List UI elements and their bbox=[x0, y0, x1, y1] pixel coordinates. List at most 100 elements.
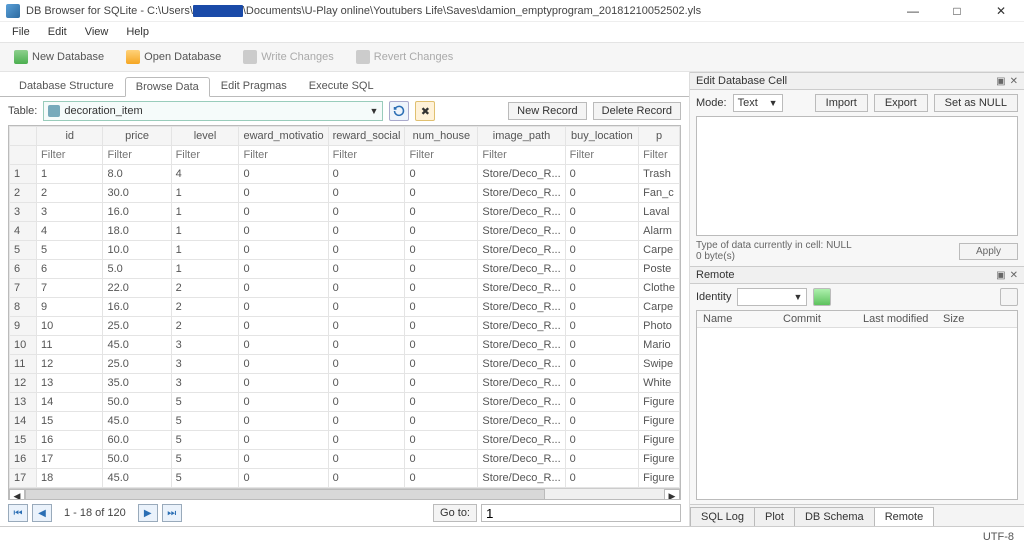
table-cell[interactable]: 0 bbox=[565, 298, 639, 317]
table-cell[interactable]: Laval bbox=[639, 203, 680, 222]
table-cell[interactable]: Store/Deco_R... bbox=[478, 336, 565, 355]
table-cell[interactable]: 0 bbox=[328, 450, 405, 469]
table-cell[interactable]: 0 bbox=[328, 203, 405, 222]
panel-undock-icon[interactable]: ▣ bbox=[996, 270, 1005, 281]
table-cell[interactable]: 0 bbox=[565, 165, 639, 184]
data-grid[interactable]: idpriceleveleward_motivatioreward_social… bbox=[9, 126, 680, 488]
table-cell[interactable]: Store/Deco_R... bbox=[478, 184, 565, 203]
column-header[interactable]: eward_motivatio bbox=[239, 127, 328, 146]
table-cell[interactable]: 0 bbox=[565, 393, 639, 412]
table-cell[interactable]: 0 bbox=[328, 222, 405, 241]
row-number[interactable]: 12 bbox=[10, 374, 37, 393]
column-filter-input[interactable] bbox=[329, 146, 405, 164]
table-cell[interactable]: 6 bbox=[37, 260, 103, 279]
table-cell[interactable]: Store/Deco_R... bbox=[478, 469, 565, 488]
table-cell[interactable]: 0 bbox=[565, 469, 639, 488]
table-cell[interactable]: 5.0 bbox=[103, 260, 171, 279]
cell-editor[interactable] bbox=[696, 116, 1018, 236]
table-cell[interactable]: 2 bbox=[171, 317, 239, 336]
table-cell[interactable]: 1 bbox=[171, 260, 239, 279]
table-cell[interactable]: 3 bbox=[171, 374, 239, 393]
table-cell[interactable]: 60.0 bbox=[103, 431, 171, 450]
mode-select[interactable]: Text▼ bbox=[733, 94, 783, 112]
table-cell[interactable]: Figure bbox=[639, 393, 680, 412]
panel-close-icon[interactable]: ✕ bbox=[1010, 270, 1018, 281]
table-cell[interactable]: 3 bbox=[37, 203, 103, 222]
column-filter-input[interactable] bbox=[239, 146, 327, 164]
table-cell[interactable]: 2 bbox=[171, 298, 239, 317]
column-header[interactable]: level bbox=[171, 127, 239, 146]
table-cell[interactable]: 0 bbox=[405, 469, 478, 488]
table-cell[interactable]: 0 bbox=[565, 241, 639, 260]
row-number[interactable]: 9 bbox=[10, 317, 37, 336]
table-cell[interactable]: 0 bbox=[405, 184, 478, 203]
new-database-button[interactable]: New Database bbox=[8, 48, 110, 66]
table-cell[interactable]: 30.0 bbox=[103, 184, 171, 203]
row-number[interactable]: 16 bbox=[10, 450, 37, 469]
table-cell[interactable]: 0 bbox=[239, 317, 328, 336]
row-number[interactable]: 1 bbox=[10, 165, 37, 184]
table-cell[interactable]: Figure bbox=[639, 469, 680, 488]
table-cell[interactable]: 0 bbox=[328, 260, 405, 279]
import-button[interactable]: Import bbox=[815, 94, 868, 112]
table-cell[interactable]: 0 bbox=[239, 241, 328, 260]
table-cell[interactable]: 0 bbox=[239, 412, 328, 431]
table-cell[interactable]: Store/Deco_R... bbox=[478, 203, 565, 222]
table-cell[interactable]: 0 bbox=[239, 450, 328, 469]
table-cell[interactable]: 0 bbox=[328, 165, 405, 184]
table-cell[interactable]: 0 bbox=[239, 279, 328, 298]
table-cell[interactable]: 1 bbox=[171, 241, 239, 260]
table-cell[interactable]: 0 bbox=[565, 450, 639, 469]
table-cell[interactable]: 0 bbox=[328, 317, 405, 336]
menu-help[interactable]: Help bbox=[118, 24, 157, 40]
table-cell[interactable]: 0 bbox=[328, 279, 405, 298]
col-last-modified[interactable]: Last modified bbox=[857, 311, 937, 327]
set-null-button[interactable]: Set as NULL bbox=[934, 94, 1018, 112]
table-cell[interactable]: White bbox=[639, 374, 680, 393]
table-cell[interactable]: Carpe bbox=[639, 298, 680, 317]
clear-filters-button[interactable]: ✖ bbox=[415, 101, 435, 121]
table-cell[interactable]: 0 bbox=[405, 241, 478, 260]
table-cell[interactable]: 0 bbox=[565, 355, 639, 374]
column-header[interactable]: buy_location bbox=[565, 127, 639, 146]
row-number[interactable]: 17 bbox=[10, 469, 37, 488]
table-cell[interactable]: 0 bbox=[565, 412, 639, 431]
pager-first-button[interactable]: ⏮ bbox=[8, 504, 28, 522]
table-cell[interactable]: 0 bbox=[239, 184, 328, 203]
table-cell[interactable]: 16.0 bbox=[103, 298, 171, 317]
tab-remote[interactable]: Remote bbox=[874, 507, 935, 526]
table-cell[interactable]: 3 bbox=[171, 355, 239, 374]
table-cell[interactable]: 0 bbox=[405, 165, 478, 184]
remote-list[interactable]: Name Commit Last modified Size bbox=[696, 310, 1018, 500]
table-cell[interactable]: 2 bbox=[171, 279, 239, 298]
table-cell[interactable]: Clothe bbox=[639, 279, 680, 298]
table-cell[interactable]: 0 bbox=[239, 336, 328, 355]
window-maximize-button[interactable]: □ bbox=[940, 2, 974, 20]
table-cell[interactable]: 4 bbox=[171, 165, 239, 184]
table-cell[interactable]: Alarm bbox=[639, 222, 680, 241]
table-cell[interactable]: 0 bbox=[328, 184, 405, 203]
table-cell[interactable]: 0 bbox=[405, 222, 478, 241]
table-cell[interactable]: 0 bbox=[565, 203, 639, 222]
table-cell[interactable]: 8.0 bbox=[103, 165, 171, 184]
column-header[interactable]: id bbox=[37, 127, 103, 146]
table-cell[interactable]: Store/Deco_R... bbox=[478, 374, 565, 393]
table-cell[interactable]: 10.0 bbox=[103, 241, 171, 260]
table-cell[interactable]: 7 bbox=[37, 279, 103, 298]
table-cell[interactable]: 5 bbox=[37, 241, 103, 260]
col-commit[interactable]: Commit bbox=[777, 311, 857, 327]
table-cell[interactable]: Store/Deco_R... bbox=[478, 450, 565, 469]
table-cell[interactable]: 0 bbox=[405, 260, 478, 279]
goto-input[interactable] bbox=[481, 504, 681, 522]
column-header[interactable]: p bbox=[639, 127, 680, 146]
table-cell[interactable]: 9 bbox=[37, 298, 103, 317]
row-number[interactable]: 6 bbox=[10, 260, 37, 279]
column-filter-input[interactable] bbox=[566, 146, 639, 164]
table-cell[interactable]: 0 bbox=[239, 222, 328, 241]
table-cell[interactable]: 0 bbox=[328, 298, 405, 317]
table-cell[interactable]: 0 bbox=[405, 336, 478, 355]
table-cell[interactable]: Photo bbox=[639, 317, 680, 336]
tab-execute-sql[interactable]: Execute SQL bbox=[298, 76, 385, 96]
table-cell[interactable]: Store/Deco_R... bbox=[478, 241, 565, 260]
pager-last-button[interactable]: ⏭ bbox=[162, 504, 182, 522]
